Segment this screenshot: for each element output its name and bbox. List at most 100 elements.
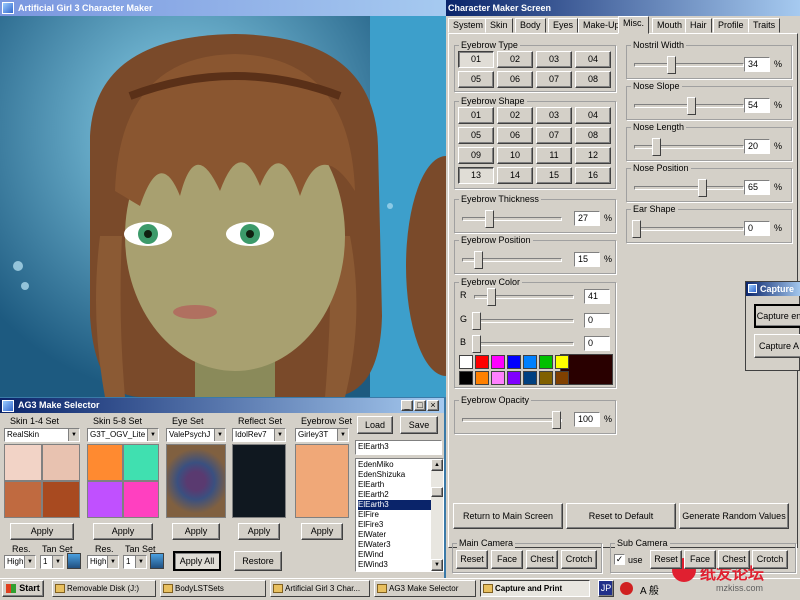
eyebrow-type-02-button[interactable]: 02 [497,51,533,68]
sub-camera-chest-button[interactable]: Chest [718,550,750,569]
reflect-set-preview[interactable] [232,444,286,518]
nostril-width-track[interactable] [634,63,744,67]
skin-5-8-set-thumbnail[interactable] [87,481,123,518]
color-b-thumb[interactable] [472,335,481,353]
list-item[interactable]: EdenMiko [358,460,432,470]
eyebrow-type-05-button[interactable]: 05 [458,71,494,88]
eyebrow-shape-03-button[interactable]: 03 [536,107,572,124]
eyebrow-type-07-button[interactable]: 07 [536,71,572,88]
list-item[interactable]: ElFire3 [358,520,432,530]
tab-body[interactable]: Body [515,18,546,33]
color-r-value[interactable]: 41 [584,289,610,304]
eyebrow-shape-15-button[interactable]: 15 [536,167,572,184]
skin-5-8-res-select[interactable]: High ▼ [87,555,119,569]
tab-profile[interactable]: Profile [713,18,749,33]
color-b-value[interactable]: 0 [584,336,610,351]
eyebrow-type-08-button[interactable]: 08 [575,71,611,88]
skin-5-8-tan-icon[interactable] [150,553,164,569]
skin-5-8-set-thumbnail[interactable] [123,481,159,518]
eyebrow-shape-05-button[interactable]: 05 [458,127,494,144]
eyebrow-shape-09-button[interactable]: 09 [458,147,494,164]
sub-camera-crotch-button[interactable]: Crotch [752,550,788,569]
color-r-thumb[interactable] [486,288,496,306]
reflect-set-select[interactable]: IdolRev7 ▼ [232,428,286,442]
random-values-button[interactable]: Generate Random Values [679,503,789,529]
skin-1-4-tan-icon[interactable] [67,553,81,569]
load-button[interactable]: Load [357,416,393,434]
eyebrow-shape-06-button[interactable]: 06 [497,127,533,144]
skin-5-8-set-thumbnail[interactable] [123,444,159,481]
skin-1-4-set-thumbnail[interactable] [4,481,42,518]
eyebrow-shape-14-button[interactable]: 14 [497,167,533,184]
eyebrow-shape-16-button[interactable]: 16 [575,167,611,184]
eyebrow-shape-02-button[interactable]: 02 [497,107,533,124]
sub-camera-face-button[interactable]: Face [684,550,716,569]
list-item[interactable]: ElEarth [358,480,432,490]
eyebrow-set-preview[interactable] [295,444,349,518]
list-item[interactable]: ElWater [358,530,432,540]
tab-skin[interactable]: Skin [485,18,513,33]
ear-shape-thumb[interactable] [632,220,641,238]
palette-swatch[interactable] [491,355,505,369]
scroll-down-button[interactable]: ▼ [431,559,443,571]
nostril-width-value[interactable]: 34 [744,57,770,72]
tab-system[interactable]: System [448,18,489,33]
taskbar-item[interactable]: Removable Disk (J:) [52,580,156,597]
apply-all-button[interactable]: Apply All [173,551,221,571]
nose-slope-thumb[interactable] [687,97,697,115]
skin-1-4-res-select[interactable]: High ▼ [4,555,36,569]
list-item[interactable]: ElEarth3 [358,500,432,510]
taskbar-item[interactable]: Artificial Girl 3 Char... [270,580,370,597]
palette-swatch[interactable] [555,371,569,385]
color-g-track[interactable] [474,319,574,323]
eyebrow-position-thumb[interactable] [473,251,483,269]
main-camera-reset-button[interactable]: Reset [456,550,488,569]
save-button[interactable]: Save [400,416,438,434]
palette-swatch[interactable] [459,371,473,385]
list-item[interactable]: ElFire [358,510,432,520]
palette-swatch[interactable] [491,371,505,385]
eye-set-apply-button[interactable]: Apply [172,523,220,540]
eyebrow-thickness-thumb[interactable] [484,210,494,228]
eyebrow-type-04-button[interactable]: 04 [575,51,611,68]
taskbar-item[interactable]: Capture and Print [480,580,590,597]
tab-hair[interactable]: Hair [685,18,712,33]
scroll-thumb[interactable] [431,487,443,497]
eyebrow-opacity-value[interactable]: 100 [574,412,600,427]
skin-1-4-tan-select[interactable]: 1 ▼ [40,555,64,569]
eyebrow-shape-01-button[interactable]: 01 [458,107,494,124]
palette-swatch[interactable] [475,355,489,369]
list-item[interactable]: EdenShizuka [358,470,432,480]
capture-en-button[interactable]: Capture en [754,304,800,328]
nose-length-track[interactable] [634,145,744,149]
palette-swatch[interactable] [523,371,537,385]
skin-5-8-tan-select[interactable]: 1 ▼ [123,555,147,569]
eyebrow-position-value[interactable]: 15 [574,252,600,267]
restore-button[interactable]: Restore [234,551,282,571]
main-camera-crotch-button[interactable]: Crotch [561,550,597,569]
taskbar-item[interactable]: AG3 Make Selector [374,580,476,597]
eyebrow-thickness-value[interactable]: 27 [574,211,600,226]
eye-set-select[interactable]: ValePsychJ ▼ [166,428,226,442]
eyebrow-opacity-thumb[interactable] [552,411,561,429]
eyebrow-shape-04-button[interactable]: 04 [575,107,611,124]
preset-name-input[interactable]: ElEarth3 [355,440,442,455]
eyebrow-set-apply-button[interactable]: Apply [301,523,343,540]
scroll-up-button[interactable]: ▲ [431,459,443,471]
sub-camera-reset-button[interactable]: Reset [650,550,682,569]
reset-default-button[interactable]: Reset to Default [566,503,676,529]
ear-shape-track[interactable] [634,227,744,231]
eye-set-preview[interactable] [166,444,226,518]
tab-eyes[interactable]: Eyes [548,18,579,33]
ime-jp-indicator[interactable]: JP [598,580,614,597]
tab-mouth[interactable]: Mouth [652,18,688,33]
eyebrow-shape-08-button[interactable]: 08 [575,127,611,144]
capture-a-button[interactable]: Capture A [754,334,800,358]
skin-1-4-set-select[interactable]: RealSkin ▼ [4,428,80,442]
nose-position-thumb[interactable] [698,179,708,197]
start-button[interactable]: Start [2,580,44,597]
skin-1-4-set-thumbnail[interactable] [42,481,80,518]
palette-swatch[interactable] [459,355,473,369]
color-b-track[interactable] [474,342,574,346]
list-item[interactable]: ElEarth2 [358,490,432,500]
